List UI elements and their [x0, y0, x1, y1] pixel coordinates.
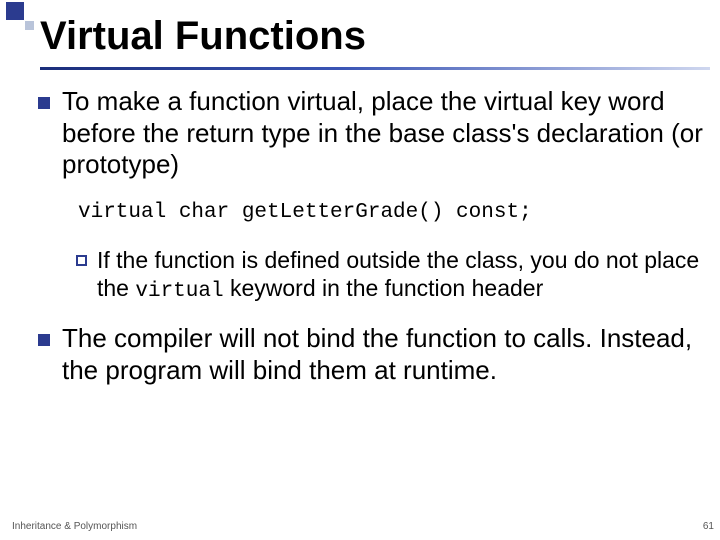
sub-bullet-text-1: If the function is defined outside the c… [97, 246, 704, 305]
footer-topic: Inheritance & Polymorphism [12, 521, 137, 532]
sub-bullet-item-1: If the function is defined outside the c… [76, 246, 704, 305]
sub1-inline-code: virtual [135, 280, 223, 303]
decoration-square-large [6, 2, 24, 20]
sub1-suffix: keyword in the function header [224, 275, 544, 301]
code-sample: virtual char getLetterGrade() const; [78, 201, 704, 224]
bullet-text-1: To make a function virtual, place the vi… [62, 86, 704, 181]
corner-decoration [0, 0, 40, 40]
slide-content: To make a function virtual, place the vi… [38, 86, 704, 404]
bullet-item-2: The compiler will not bind the function … [38, 323, 704, 386]
sub-bullet-marker-icon [76, 255, 87, 266]
bullet-item-1: To make a function virtual, place the vi… [38, 86, 704, 181]
slide-title: Virtual Functions [40, 14, 710, 65]
bullet-text-2: The compiler will not bind the function … [62, 323, 704, 386]
title-underline [40, 67, 710, 70]
page-number: 61 [703, 521, 714, 532]
bullet-marker-icon [38, 334, 50, 346]
title-area: Virtual Functions [40, 14, 710, 70]
bullet-marker-icon [38, 97, 50, 109]
decoration-square-small [25, 21, 34, 30]
